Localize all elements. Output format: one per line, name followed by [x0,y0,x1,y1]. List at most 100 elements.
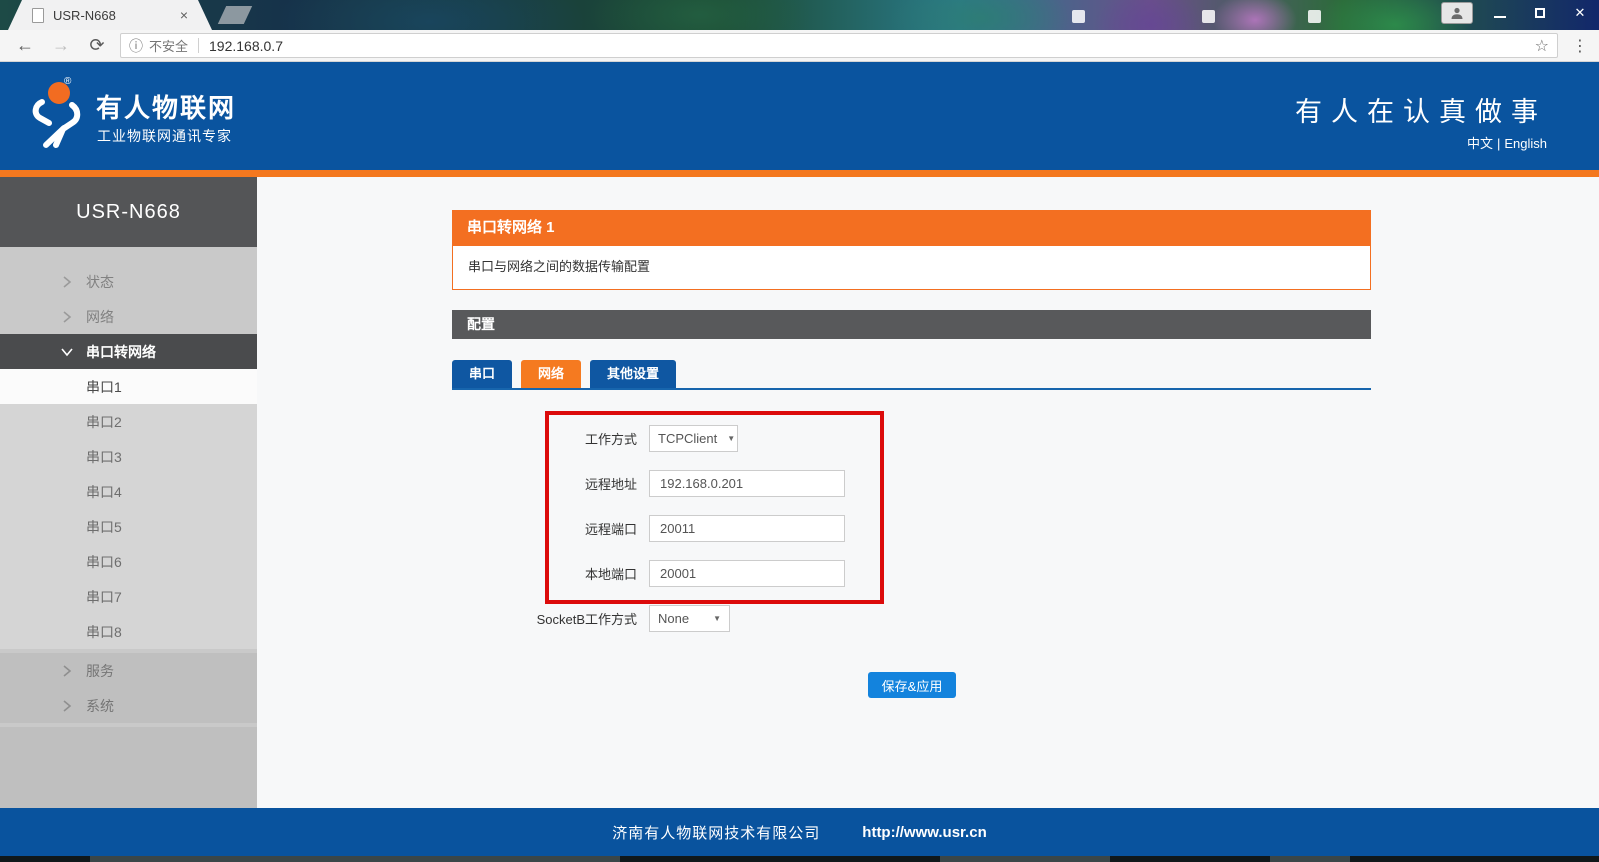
device-name: USR-N668 [0,177,257,247]
chevron-right-icon [60,664,74,678]
browser-tab[interactable]: USR-N668 × [8,0,212,30]
sidebar-item-label: 串口1 [86,377,122,397]
person-icon [1450,6,1464,20]
socketb-mode-select[interactable]: None ▼ [649,605,730,632]
brand-subtitle: 工业物联网通讯专家 [97,126,232,146]
restore-button[interactable] [1527,3,1553,23]
tab-close-icon[interactable]: × [180,7,188,23]
sidebar-item-serial1[interactable]: 串口1 [0,369,257,404]
sidebar-item-label: 服务 [86,661,114,681]
dropdown-arrow-icon: ▼ [713,614,721,623]
usr-logo [26,80,90,152]
sidebar-filler [0,727,257,808]
sidebar-item-label: 串口6 [86,552,122,572]
page-favicon-icon [32,8,44,23]
sidebar-item-status[interactable]: 状态 [0,264,257,299]
sidebar-item-serial5[interactable]: 串口5 [0,509,257,544]
sidebar-item-label: 串口转网络 [86,342,156,362]
bookmark-star-icon[interactable]: ☆ [1535,36,1549,56]
divider [198,38,199,53]
sidebar-item-label: 串口2 [86,412,122,432]
site-header: ® 有人物联网 工业物联网通讯专家 有人在认真做事 中文|English [0,62,1599,170]
main-content: 串口转网络 1 串口与网络之间的数据传输配置 配置 串口 网络 其他设置 工作方… [257,177,1599,808]
url-text[interactable]: 192.168.0.7 [209,38,1535,54]
desktop-edge [0,856,1599,862]
accent-divider [0,170,1599,177]
sidebar: USR-N668 状态 网络 串口转网络 串口1 串口2 串口3 串口4 串口5… [0,177,257,808]
remote-address-label: 远程地址 [452,474,637,493]
sidebar-item-label: 串口7 [86,587,122,607]
tab-other-settings[interactable]: 其他设置 [590,360,676,388]
page-description: 串口与网络之间的数据传输配置 [452,246,1371,290]
sidebar-item-label: 系统 [86,696,114,716]
remote-address-input[interactable] [649,470,845,497]
local-port-input[interactable] [649,560,845,587]
sidebar-item-serial7[interactable]: 串口7 [0,579,257,614]
work-mode-select[interactable]: TCPClient ▼ [649,425,738,452]
sidebar-item-label: 串口3 [86,447,122,467]
language-switch: 中文 | English [1463,133,1547,152]
socketb-mode-label: SocketB工作方式 [452,609,637,628]
registered-mark: ® [64,76,71,87]
sidebar-item-serial2[interactable]: 串口2 [0,404,257,439]
refresh-icon[interactable]: ⟳ [86,35,108,56]
minimize-icon [1494,16,1506,18]
sidebar-item-serial4[interactable]: 串口4 [0,474,257,509]
form-row-work-mode: 工作方式 TCPClient ▼ [452,424,845,452]
desktop-icon [1072,10,1085,23]
sidebar-item-label: 串口5 [86,517,122,537]
remote-port-input[interactable] [649,515,845,542]
lang-zh-link[interactable]: 中文 [1467,136,1493,151]
company-website-link[interactable]: http://www.usr.cn [862,824,986,841]
sidebar-item-network[interactable]: 网络 [0,299,257,334]
sidebar-item-serial6[interactable]: 串口6 [0,544,257,579]
taskbar-segment [1270,856,1350,862]
sidebar-item-serial-to-network[interactable]: 串口转网络 [0,334,257,369]
remote-port-label: 远程端口 [452,519,637,538]
lang-separator: | [1497,136,1500,151]
network-form: 工作方式 TCPClient ▼ 远程地址 远程端口 本地端口 SocketB工… [452,424,845,649]
work-mode-label: 工作方式 [452,429,637,448]
sidebar-item-serial8[interactable]: 串口8 [0,614,257,649]
browser-menu-icon[interactable]: ⋮ [1572,36,1588,56]
local-port-label: 本地端口 [452,564,637,583]
profile-button[interactable] [1441,2,1473,24]
minimize-button[interactable] [1487,3,1513,23]
dropdown-arrow-icon: ▼ [727,434,735,443]
sidebar-item-services[interactable]: 服务 [0,653,257,688]
form-row-remote-port: 远程端口 [452,514,845,542]
save-apply-button[interactable]: 保存&应用 [868,672,956,698]
taskbar-segment [940,856,1110,862]
page-footer: 济南有人物联网技术有限公司 http://www.usr.cn [0,808,1599,856]
lang-en-link[interactable]: English [1504,136,1547,151]
form-row-local-port: 本地端口 [452,559,845,587]
sidebar-item-system[interactable]: 系统 [0,688,257,723]
tab-title: USR-N668 [53,8,172,23]
tab-serial[interactable]: 串口 [452,360,512,388]
browser-titlebar: USR-N668 × ✕ [0,0,1599,30]
form-row-remote-address: 远程地址 [452,469,845,497]
sidebar-item-label: 串口4 [86,482,122,502]
screen: USR-N668 × ✕ ← → ⟳ ⓘ 不安全 192.168.0.7 ☆ [0,0,1599,862]
sidebar-item-serial3[interactable]: 串口3 [0,439,257,474]
chevron-down-icon [60,345,74,359]
form-row-socketb-mode: SocketB工作方式 None ▼ [452,604,845,632]
sidebar-item-label: 串口8 [86,622,122,642]
socketb-mode-value: None [658,611,689,626]
new-tab-button[interactable] [218,6,252,24]
page-title: 串口转网络 1 [452,210,1371,246]
forward-icon[interactable]: → [50,35,72,56]
address-bar[interactable]: ⓘ 不安全 192.168.0.7 ☆ [120,33,1558,58]
work-mode-value: TCPClient [658,431,717,446]
chevron-right-icon [60,699,74,713]
info-icon[interactable]: ⓘ [129,36,143,56]
back-icon[interactable]: ← [14,35,36,56]
desktop-icon [1202,10,1215,23]
chevron-right-icon [60,310,74,324]
close-button[interactable]: ✕ [1567,3,1593,23]
sidebar-item-label: 状态 [86,272,114,292]
tab-underline [452,388,1371,390]
chevron-right-icon [60,275,74,289]
tab-network[interactable]: 网络 [521,360,581,388]
company-name: 济南有人物联网技术有限公司 [612,822,820,843]
